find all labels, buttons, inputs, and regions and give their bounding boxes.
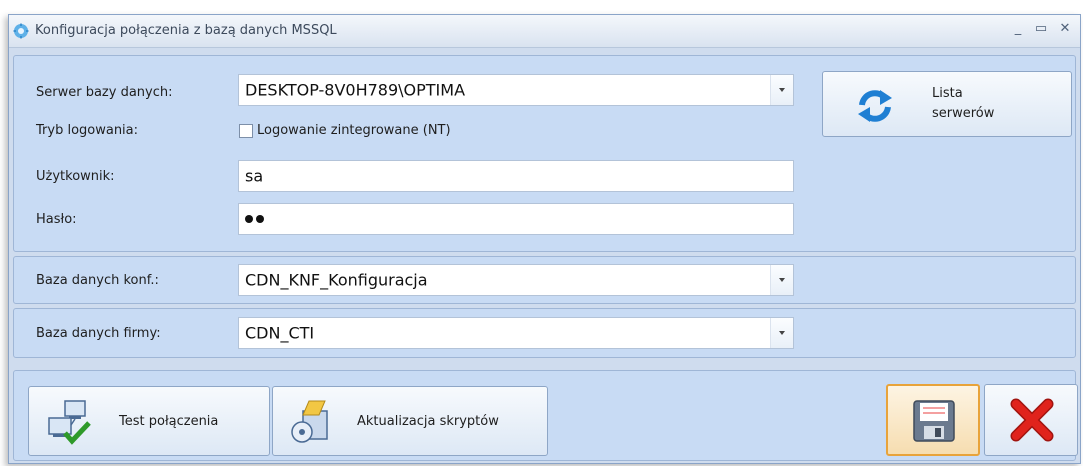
config-window: Konfiguracja połączenia z bazą danych MS… <box>8 14 1081 464</box>
integrated-login-checkbox[interactable] <box>239 124 253 138</box>
close-button[interactable]: ✕ <box>1057 21 1073 36</box>
scripts-update-icon <box>291 400 328 443</box>
config-db-panel: Baza danych konf.: CDN_KNF_Konfiguracja <box>13 256 1076 304</box>
server-value: DESKTOP-8V0H789\OPTIMA <box>245 80 466 100</box>
minimize-button[interactable]: _ <box>1010 21 1026 36</box>
server-list-label-line1: Lista <box>932 86 963 101</box>
company-db-dropdown-arrow-icon[interactable] <box>770 318 793 348</box>
password-label: Hasło: <box>36 212 77 227</box>
password-field[interactable] <box>238 203 794 235</box>
server-dropdown-arrow-icon[interactable] <box>770 75 793 105</box>
save-button[interactable] <box>886 384 980 456</box>
cancel-button[interactable] <box>984 384 1078 456</box>
login-mode-label: Tryb logowania: <box>36 123 139 138</box>
red-x-icon <box>1010 398 1054 442</box>
config-db-label: Baza danych konf.: <box>36 273 159 288</box>
refresh-arrows-icon <box>858 90 892 122</box>
actions-panel: Test połączenia Aktualizacja skryptów <box>13 370 1078 461</box>
test-connection-label: Test połączenia <box>119 414 219 429</box>
floppy-disk-icon <box>913 400 955 442</box>
server-list-button[interactable]: Lista serwerów <box>822 71 1072 137</box>
server-list-label-line2: serwerów <box>932 106 995 121</box>
user-label: Użytkownik: <box>36 169 115 184</box>
test-connection-button[interactable]: Test połączenia <box>28 386 270 456</box>
update-scripts-label: Aktualizacja skryptów <box>357 414 499 429</box>
server-combobox[interactable]: DESKTOP-8V0H789\OPTIMA <box>238 74 794 106</box>
title-bar: Konfiguracja połączenia z bazą danych MS… <box>9 15 1080 48</box>
config-db-value: CDN_KNF_Konfiguracja <box>245 270 428 290</box>
gear-icon <box>13 23 29 39</box>
update-scripts-button[interactable]: Aktualizacja skryptów <box>272 386 548 456</box>
user-field[interactable]: sa <box>238 160 794 192</box>
config-db-combobox[interactable]: CDN_KNF_Konfiguracja <box>238 264 794 296</box>
company-db-combobox[interactable]: CDN_CTI <box>238 317 794 349</box>
network-computers-check-icon <box>48 400 91 445</box>
password-dots <box>245 215 267 223</box>
window-title: Konfiguracja połączenia z bazą danych MS… <box>35 23 337 38</box>
company-db-label: Baza danych firmy: <box>36 326 161 341</box>
user-value: sa <box>245 166 264 186</box>
maximize-button[interactable]: ▭ <box>1033 21 1049 36</box>
company-db-panel: Baza danych firmy: CDN_CTI <box>13 308 1076 358</box>
connection-panel: Serwer bazy danych: DESKTOP-8V0H789\OPTI… <box>13 55 1076 252</box>
server-label: Serwer bazy danych: <box>36 85 173 100</box>
config-db-dropdown-arrow-icon[interactable] <box>770 265 793 295</box>
company-db-value: CDN_CTI <box>245 323 315 343</box>
integrated-login-label[interactable]: Logowanie zintegrowane (NT) <box>257 123 451 138</box>
